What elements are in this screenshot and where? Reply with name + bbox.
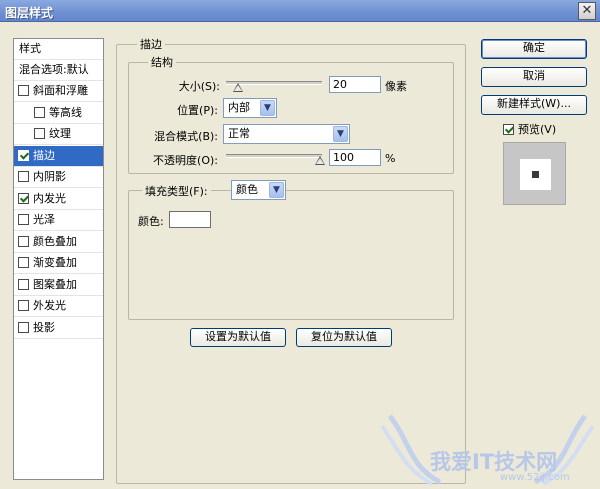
style-item[interactable]: 内发光 (14, 189, 103, 210)
fill-type-select[interactable]: 颜色 ▼ (231, 180, 286, 200)
style-item-checkbox[interactable] (18, 300, 29, 311)
reset-default-button[interactable]: 复位为默认值 (296, 328, 392, 347)
preview-label: 预览(V) (518, 123, 557, 136)
size-slider-thumb[interactable] (233, 83, 243, 92)
style-item-label: 纹理 (49, 127, 71, 140)
opacity-input[interactable]: 100 (329, 149, 381, 166)
style-item[interactable]: 描边 (14, 145, 103, 167)
stroke-color-swatch[interactable] (169, 211, 211, 228)
blend-mode-select-value: 正常 (228, 127, 250, 140)
style-item-label: 投影 (33, 320, 55, 334)
fill-type-label: 填充类型(F): (142, 183, 211, 199)
style-item-label: 渐变叠加 (33, 256, 77, 269)
stroke-group-title: 描边 (137, 36, 165, 52)
style-item[interactable]: 渐变叠加 (14, 253, 103, 274)
cancel-button[interactable]: 取消 (481, 67, 587, 87)
opacity-slider-track[interactable] (226, 154, 322, 158)
size-unit: 像素 (385, 80, 407, 93)
style-item-label: 光泽 (33, 213, 55, 226)
style-item-checkbox[interactable] (34, 128, 45, 139)
style-item-label: 外发光 (33, 299, 66, 312)
fill-group (128, 190, 454, 320)
style-item-label: 等高线 (49, 105, 82, 119)
window-title: 图层样式 (5, 6, 54, 20)
opacity-slider-thumb[interactable] (315, 156, 325, 165)
style-item-checkbox[interactable] (18, 214, 29, 225)
opacity-unit: % (385, 152, 396, 165)
color-label: 颜色: (138, 215, 164, 228)
style-item[interactable]: 斜面和浮雕 (14, 81, 103, 102)
preview-toggle[interactable]: 预览(V) (503, 121, 556, 137)
style-item-label: 内发光 (33, 191, 66, 205)
fill-type-select-value: 颜色 (236, 183, 258, 196)
watermark-url: www.52ij.com (500, 472, 570, 483)
new-style-button[interactable]: 新建样式(W)... (481, 95, 587, 115)
style-item-label: 颜色叠加 (33, 234, 77, 248)
chevron-down-icon: ▼ (269, 182, 284, 198)
size-label: 大小(S): (178, 80, 220, 93)
style-item-label: 描边 (33, 148, 55, 162)
chevron-down-icon: ▼ (260, 100, 275, 116)
ok-button[interactable]: 确定 (481, 39, 587, 59)
opacity-label: 不透明度(O): (153, 154, 218, 167)
blend-options-item[interactable]: 混合选项:默认 (14, 60, 103, 81)
style-item-checkbox[interactable] (18, 235, 29, 247)
style-item-checkbox[interactable] (18, 149, 29, 161)
style-preview (503, 142, 566, 205)
style-item-checkbox[interactable] (18, 192, 29, 204)
style-list-header[interactable]: 样式 (14, 39, 103, 60)
style-item-checkbox[interactable] (18, 85, 29, 96)
style-item[interactable]: 投影 (14, 318, 103, 339)
close-icon: ✕ (581, 3, 593, 18)
style-item[interactable]: 颜色叠加 (14, 232, 103, 253)
style-item-label: 斜面和浮雕 (33, 84, 88, 97)
style-list: 样式 混合选项:默认 斜面和浮雕等高线纹理描边内阴影内发光光泽颜色叠加渐变叠加图… (13, 38, 104, 480)
title-bar[interactable]: 图层样式 ✕ (0, 0, 600, 22)
layer-style-dialog: 图层样式 ✕ 样式 混合选项:默认 斜面和浮雕 等高线 纹理 描边 内阴影 内发光 光泽 颜色… (0, 0, 600, 489)
style-item-checkbox[interactable] (18, 171, 29, 182)
preview-square (520, 159, 551, 190)
style-item-checkbox[interactable] (34, 106, 45, 118)
blend-mode-select[interactable]: 正常 ▼ (223, 124, 350, 144)
style-item[interactable]: 图案叠加 (14, 275, 103, 296)
blend-mode-label: 混合模式(B): (154, 130, 218, 143)
close-button[interactable]: ✕ (578, 2, 596, 20)
position-label: 位置(P): (177, 104, 218, 117)
style-item[interactable]: 等高线 (14, 103, 103, 124)
chevron-down-icon: ▼ (333, 126, 348, 142)
position-select[interactable]: 内部 ▼ (223, 98, 277, 118)
structure-group-title: 结构 (148, 54, 176, 70)
style-item-checkbox[interactable] (18, 278, 29, 290)
position-select-value: 内部 (228, 101, 250, 114)
style-item-checkbox[interactable] (18, 257, 29, 268)
style-item[interactable]: 内阴影 (14, 167, 103, 188)
style-item[interactable]: 纹理 (14, 124, 103, 145)
set-default-button[interactable]: 设置为默认值 (190, 328, 286, 347)
preview-dot (532, 171, 539, 178)
watermark: 我爱IT技术网 www.52ij.com (380, 412, 595, 486)
style-item[interactable]: 外发光 (14, 296, 103, 317)
style-item[interactable]: 光泽 (14, 210, 103, 231)
size-input[interactable]: 20 (329, 76, 381, 93)
preview-checkbox[interactable] (503, 124, 514, 135)
style-item-checkbox[interactable] (18, 321, 29, 333)
style-item-label: 图案叠加 (33, 277, 77, 291)
style-item-label: 内阴影 (33, 170, 66, 183)
